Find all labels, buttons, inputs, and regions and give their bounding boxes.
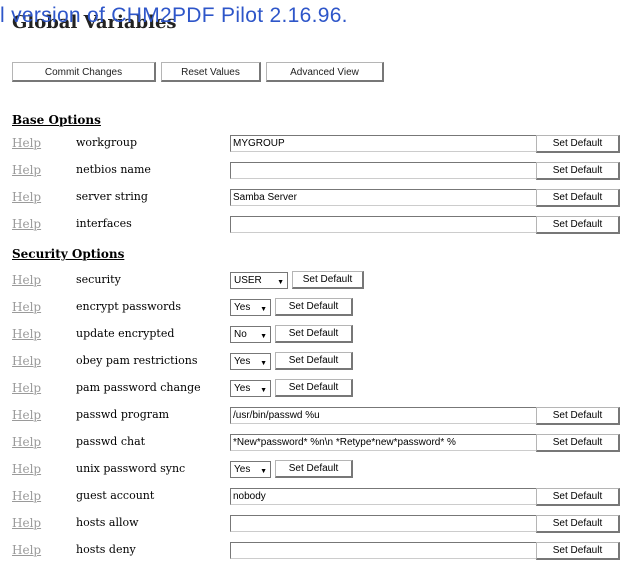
dropdown-arrow-icon: ▼ [277, 279, 284, 286]
help-link[interactable]: Help [12, 217, 41, 231]
select-value: Yes [234, 383, 251, 394]
dropdown-arrow-icon: ▼ [260, 468, 267, 475]
unix-password-sync-select[interactable]: Yes ▼ [230, 461, 271, 478]
dropdown-arrow-icon: ▼ [260, 333, 267, 340]
select-value: No [234, 329, 247, 340]
help-link[interactable]: Help [12, 408, 41, 422]
interfaces-input[interactable] [230, 216, 539, 233]
pam-password-change-select[interactable]: Yes ▼ [230, 380, 271, 397]
option-row-passwd-program: Help passwd program /usr/bin/passwd %u S… [12, 405, 622, 427]
option-label: server string [76, 190, 148, 203]
option-label: security [76, 273, 121, 286]
set-default-button[interactable]: Set Default [536, 488, 620, 506]
select-value: USER [234, 275, 262, 286]
set-default-button[interactable]: Set Default [536, 434, 620, 452]
help-link[interactable]: Help [12, 273, 41, 287]
help-link[interactable]: Help [12, 190, 41, 204]
set-default-button[interactable]: Set Default [536, 407, 620, 425]
option-label: unix password sync [76, 462, 186, 475]
option-row-passwd-chat: Help passwd chat *New*password* %n\n *Re… [12, 432, 622, 454]
obey-pam-restrictions-select[interactable]: Yes ▼ [230, 353, 271, 370]
option-row-hosts-deny: Help hosts deny Set Default [12, 540, 622, 562]
option-row-encrypt-passwords: Help encrypt passwords Yes ▼ Set Default [12, 297, 622, 319]
set-default-button[interactable]: Set Default [275, 298, 353, 316]
set-default-button[interactable]: Set Default [275, 325, 353, 343]
option-row-interfaces: Help interfaces Set Default [12, 214, 622, 236]
dropdown-arrow-icon: ▼ [260, 306, 267, 313]
server-string-input[interactable]: Samba Server [230, 189, 539, 206]
passwd-program-input[interactable]: /usr/bin/passwd %u [230, 407, 539, 424]
toolbar: Commit Changes Reset Values Advanced Vie… [12, 62, 389, 82]
help-link[interactable]: Help [12, 516, 41, 530]
workgroup-input[interactable]: MYGROUP [230, 135, 539, 152]
option-label: interfaces [76, 217, 132, 230]
set-default-button[interactable]: Set Default [275, 379, 353, 397]
help-link[interactable]: Help [12, 543, 41, 557]
section-security-options: Security Options [12, 247, 125, 261]
option-label: netbios name [76, 163, 151, 176]
option-row-server-string: Help server string Samba Server Set Defa… [12, 187, 622, 209]
help-link[interactable]: Help [12, 163, 41, 177]
option-label: hosts deny [76, 543, 136, 556]
update-encrypted-select[interactable]: No ▼ [230, 326, 271, 343]
help-link[interactable]: Help [12, 381, 41, 395]
reset-values-button[interactable]: Reset Values [161, 62, 261, 82]
option-row-workgroup: Help workgroup MYGROUP Set Default [12, 133, 622, 155]
advanced-view-button[interactable]: Advanced View [266, 62, 384, 82]
option-row-netbios-name: Help netbios name Set Default [12, 160, 622, 182]
option-label: pam password change [76, 381, 201, 394]
option-label: obey pam restrictions [76, 354, 198, 367]
set-default-button[interactable]: Set Default [275, 460, 353, 478]
help-link[interactable]: Help [12, 462, 41, 476]
option-row-hosts-allow: Help hosts allow Set Default [12, 513, 622, 535]
passwd-chat-input[interactable]: *New*password* %n\n *Retype*new*password… [230, 434, 539, 451]
hosts-allow-input[interactable] [230, 515, 539, 532]
select-value: Yes [234, 302, 251, 313]
set-default-button[interactable]: Set Default [536, 216, 620, 234]
set-default-button[interactable]: Set Default [536, 542, 620, 560]
help-link[interactable]: Help [12, 489, 41, 503]
encrypt-passwords-select[interactable]: Yes ▼ [230, 299, 271, 316]
option-label: guest account [76, 489, 155, 502]
option-row-unix-password-sync: Help unix password sync Yes ▼ Set Default [12, 459, 622, 481]
set-default-button[interactable]: Set Default [275, 352, 353, 370]
dropdown-arrow-icon: ▼ [260, 360, 267, 367]
select-value: Yes [234, 464, 251, 475]
help-link[interactable]: Help [12, 327, 41, 341]
select-value: Yes [234, 356, 251, 367]
netbios-name-input[interactable] [230, 162, 539, 179]
help-link[interactable]: Help [12, 354, 41, 368]
option-row-pam-password-change: Help pam password change Yes ▼ Set Defaul… [12, 378, 622, 400]
watermark-banner: l version of CHM2PDF Pilot 2.16.96. [0, 4, 348, 27]
set-default-button[interactable]: Set Default [536, 162, 620, 180]
help-link[interactable]: Help [12, 300, 41, 314]
hosts-deny-input[interactable] [230, 542, 539, 559]
option-label: workgroup [76, 136, 138, 149]
security-select[interactable]: USER ▼ [230, 272, 288, 289]
dropdown-arrow-icon: ▼ [260, 387, 267, 394]
set-default-button[interactable]: Set Default [292, 271, 364, 289]
option-label: passwd chat [76, 435, 146, 448]
help-link[interactable]: Help [12, 435, 41, 449]
help-link[interactable]: Help [12, 136, 41, 150]
guest-account-input[interactable]: nobody [230, 488, 539, 505]
section-base-options: Base Options [12, 113, 101, 127]
set-default-button[interactable]: Set Default [536, 189, 620, 207]
option-label: passwd program [76, 408, 170, 421]
option-label: encrypt passwords [76, 300, 182, 313]
option-label: update encrypted [76, 327, 175, 340]
set-default-button[interactable]: Set Default [536, 515, 620, 533]
option-row-guest-account: Help guest account nobody Set Default [12, 486, 622, 508]
option-row-obey-pam-restrictions: Help obey pam restrictions Yes ▼ Set Defa… [12, 351, 622, 373]
option-row-security: Help security USER ▼ Set Default [12, 270, 622, 292]
option-label: hosts allow [76, 516, 139, 529]
commit-changes-button[interactable]: Commit Changes [12, 62, 156, 82]
set-default-button[interactable]: Set Default [536, 135, 620, 153]
option-row-update-encrypted: Help update encrypted No ▼ Set Default [12, 324, 622, 346]
